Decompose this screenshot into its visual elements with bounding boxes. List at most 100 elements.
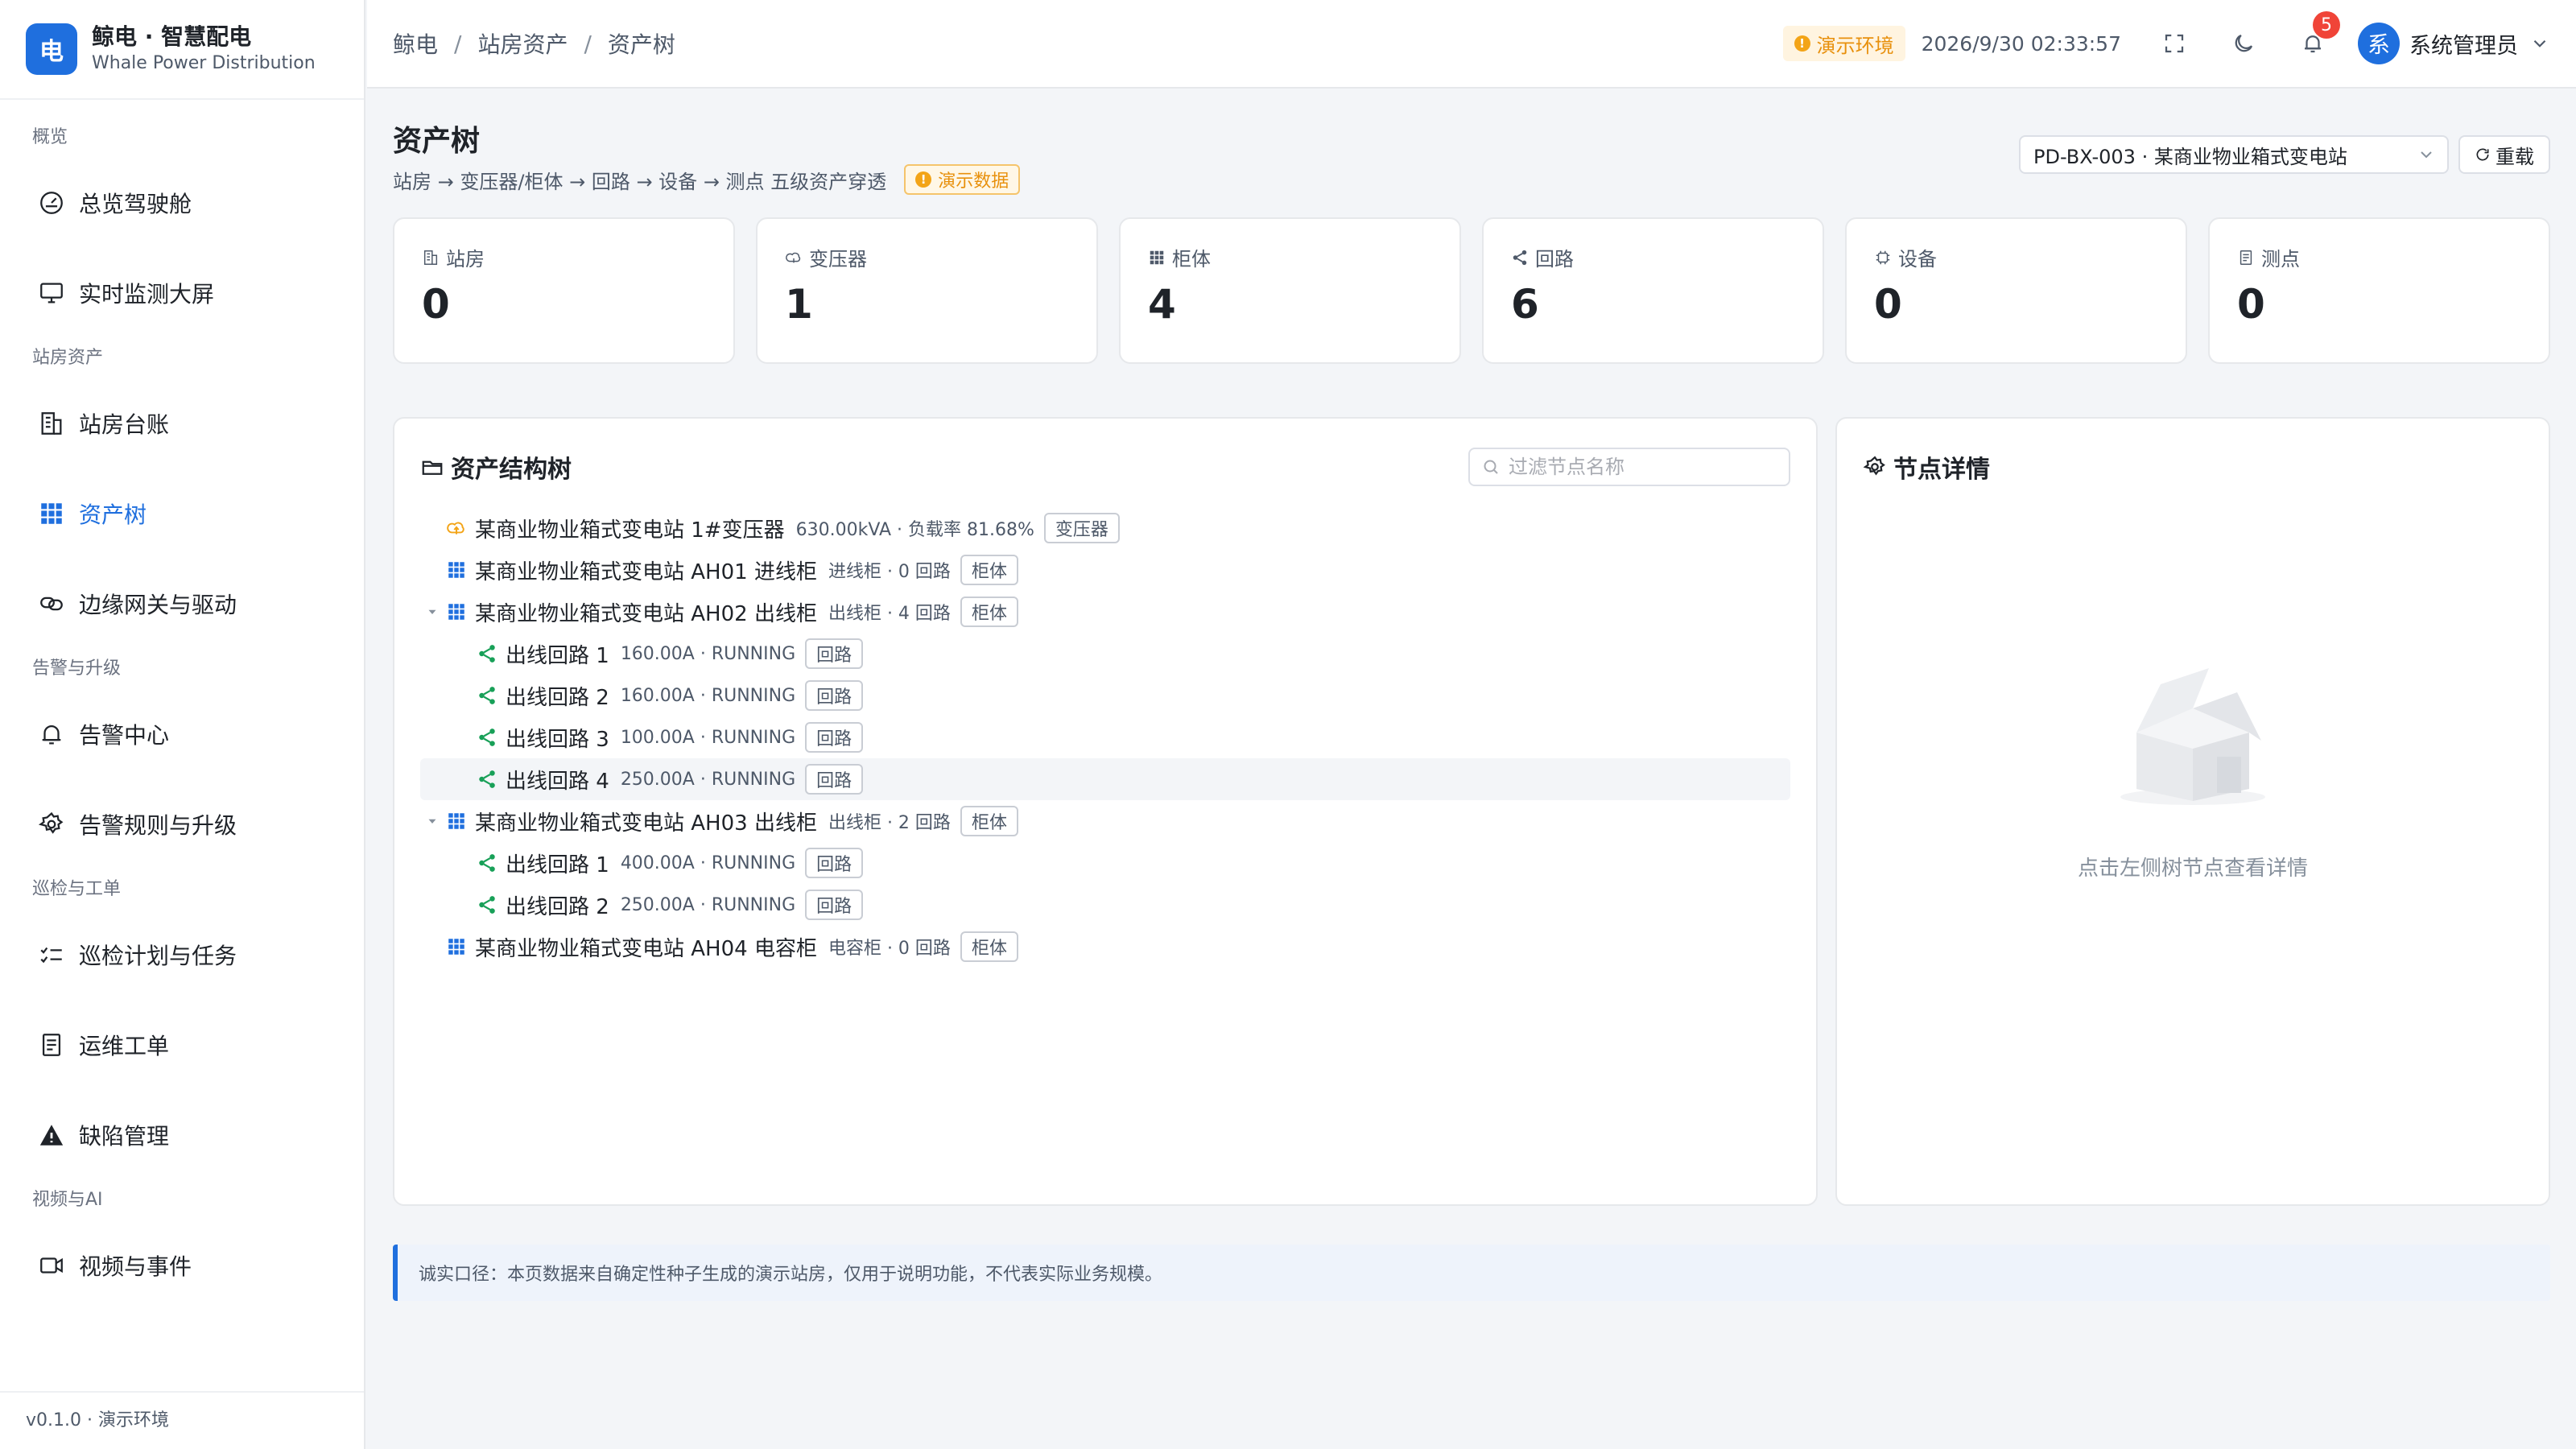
sidebar-item-label: 实时监测大屏	[79, 281, 215, 308]
breadcrumb-item-assets[interactable]: 站房资产	[477, 27, 568, 60]
empty-box-icon	[2120, 668, 2265, 805]
sidebar-item-alarm-rules[interactable]: 告警规则与升级	[0, 779, 364, 869]
caret-spacer	[451, 767, 475, 791]
filter-input-wrapper[interactable]	[1468, 448, 1790, 486]
nav-group-overview: 概览	[32, 127, 68, 147]
tree-node-circuit[interactable]: 出线回路 1 160.00A · RUNNING 回路	[420, 633, 1790, 675]
asset-tree: 某商业物业箱式变电站 1#变压器 630.00kVA · 负载率 81.68% 变压…	[420, 507, 1790, 968]
tree-node-cabinet[interactable]: 某商业物业箱式变电站 AH04 电容柜 电容柜 · 0 回路 柜体	[420, 926, 1790, 968]
video-camera-icon	[37, 1251, 66, 1280]
sidebar-item-station-ledger[interactable]: 站房台账	[0, 378, 364, 469]
panel-title: 资产结构树	[420, 449, 572, 485]
tree-node-type-tag: 柜体	[960, 597, 1018, 627]
tree-node-meta: 630.00kVA · 负载率 81.68%	[795, 520, 1034, 540]
tree-node-circuit[interactable]: 出线回路 2 250.00A · RUNNING 回路	[420, 884, 1790, 926]
tree-node-type-tag: 柜体	[960, 555, 1018, 585]
tree-node-type-tag: 变压器	[1043, 513, 1120, 543]
stat-card-cabinet: 柜体 4	[1119, 217, 1461, 364]
stat-value: 1	[785, 281, 813, 328]
breadcrumb: 鲸电 / 站房资产 / 资产树	[393, 27, 675, 60]
filter-input[interactable]	[1509, 456, 1774, 478]
sidebar-item-asset-tree[interactable]: 资产树	[0, 469, 364, 559]
sidebar-item-label: 资产树	[79, 502, 147, 528]
panel-title: 节点详情	[1863, 449, 1990, 485]
tree-node-circuit[interactable]: 出线回路 1 400.00A · RUNNING 回路	[420, 842, 1790, 884]
caret-down-icon[interactable]	[420, 809, 444, 833]
stat-value: 4	[1148, 281, 1176, 328]
sidebar-item-video-events[interactable]: 视频与事件	[0, 1220, 364, 1311]
caret-spacer	[420, 935, 444, 959]
brand[interactable]: 电 鲸电 · 智慧配电 Whale Power Distribution	[0, 0, 364, 100]
reload-button[interactable]: 重载	[2458, 135, 2550, 174]
clock: 2026/9/30 02:33:57	[1921, 31, 2121, 56]
tree-node-circuit[interactable]: 出线回路 3 100.00A · RUNNING 回路	[420, 716, 1790, 758]
breadcrumb-separator: /	[454, 30, 462, 57]
brand-subtitle: Whale Power Distribution	[92, 53, 316, 73]
chevron-down-icon[interactable]	[2529, 33, 2550, 54]
tree-node-cabinet[interactable]: 某商业物业箱式变电站 AH03 出线柜 出线柜 · 2 回路 柜体	[420, 800, 1790, 842]
stat-label: 柜体	[1172, 248, 1211, 270]
station-select[interactable]: PD-BX-003 · 某商业物业箱式变电站	[2019, 135, 2449, 174]
asset-tree-panel: 资产结构树 某商业物业箱式变电站 1#变压器 630.00kVA · 负载率 81…	[393, 417, 1818, 1206]
grid-icon	[37, 499, 66, 528]
tree-node-meta: 160.00A · RUNNING	[620, 643, 796, 664]
tree-node-type-tag: 柜体	[960, 806, 1018, 836]
monitor-icon	[37, 279, 66, 308]
tree-node-type-tag: 回路	[805, 890, 864, 920]
empty-state-text: 点击左侧树节点查看详情	[2077, 857, 2308, 881]
link-icon	[37, 589, 66, 618]
tree-node-type-tag: 回路	[805, 848, 864, 878]
avatar[interactable]: 系	[2358, 23, 2400, 64]
sidebar-item-edge-gateway[interactable]: 边缘网关与驱动	[0, 559, 364, 649]
gear-icon	[1863, 456, 1885, 476]
tree-node-name: 某商业物业箱式变电站 AH03 出线柜	[475, 811, 817, 836]
demo-data-badge: ! 演示数据	[904, 164, 1021, 195]
page-title: 资产树	[393, 125, 481, 158]
tree-node-circuit[interactable]: 出线回路 2 160.00A · RUNNING 回路	[420, 675, 1790, 716]
sidebar-item-label: 运维工单	[79, 1033, 170, 1059]
caret-spacer	[420, 558, 444, 582]
tree-node-cabinet[interactable]: 某商业物业箱式变电站 AH02 出线柜 出线柜 · 4 回路 柜体	[420, 591, 1790, 633]
tree-node-circuit[interactable]: 出线回路 4 250.00A · RUNNING 回路	[420, 758, 1790, 800]
brand-title: 鲸电 · 智慧配电	[92, 23, 252, 50]
tree-node-name: 出线回路 1	[506, 852, 609, 877]
fullscreen-icon[interactable]	[2158, 27, 2190, 60]
stat-card-point: 测点 0	[2208, 217, 2550, 364]
tree-node-name: 某商业物业箱式变电站 AH01 进线柜	[475, 559, 817, 584]
gauge-icon	[37, 188, 66, 217]
nav-group-assets: 站房资产	[32, 348, 104, 368]
sidebar-item-patrol-plan[interactable]: 巡检计划与任务	[0, 910, 364, 1000]
sidebar-item-label: 视频与事件	[79, 1253, 192, 1280]
nav-group-alarm: 告警与升级	[32, 658, 122, 679]
sidebar-item-label: 告警规则与升级	[79, 812, 237, 839]
sidebar-item-cockpit[interactable]: 总览驾驶舱	[0, 158, 364, 248]
circuit-icon	[475, 725, 499, 749]
bell-icon[interactable]: 5	[2297, 11, 2340, 60]
sidebar-item-alarm-center[interactable]: 告警中心	[0, 689, 364, 779]
breadcrumb-separator: /	[584, 30, 592, 57]
stat-label: 测点	[2261, 248, 2300, 270]
circuit-icon	[475, 893, 499, 917]
moon-icon[interactable]	[2227, 27, 2260, 60]
caret-down-icon[interactable]	[420, 600, 444, 624]
notification-count-badge: 5	[2313, 11, 2340, 39]
user-name[interactable]: 系统管理员	[2409, 28, 2518, 60]
env-label: 演示环境	[1816, 34, 1894, 57]
circuit-icon	[475, 767, 499, 791]
tree-node-cabinet[interactable]: 某商业物业箱式变电站 AH01 进线柜 进线柜 · 0 回路 柜体	[420, 549, 1790, 591]
stat-value: 6	[1511, 281, 1539, 328]
tree-node-type-tag: 回路	[805, 680, 864, 711]
sidebar-item-monitor[interactable]: 实时监测大屏	[0, 248, 364, 338]
folder-icon	[422, 460, 443, 475]
tree-node-meta: 电容柜 · 0 回路	[828, 939, 951, 959]
breadcrumb-item-current: 资产树	[607, 31, 675, 58]
station-select-value: PD-BX-003 · 某商业物业箱式变电站	[2033, 145, 2347, 168]
building-icon	[423, 250, 438, 265]
tree-node-meta: 400.00A · RUNNING	[620, 852, 796, 873]
tree-node-transformer[interactable]: 某商业物业箱式变电站 1#变压器 630.00kVA · 负载率 81.68% 变压…	[420, 507, 1790, 549]
circuit-icon	[475, 851, 499, 875]
tree-node-meta: 250.00A · RUNNING	[620, 894, 796, 915]
breadcrumb-item-home[interactable]: 鲸电	[393, 27, 438, 60]
sidebar-item-defect[interactable]: 缺陷管理	[0, 1090, 364, 1180]
sidebar-item-work-order[interactable]: 运维工单	[0, 1000, 364, 1090]
